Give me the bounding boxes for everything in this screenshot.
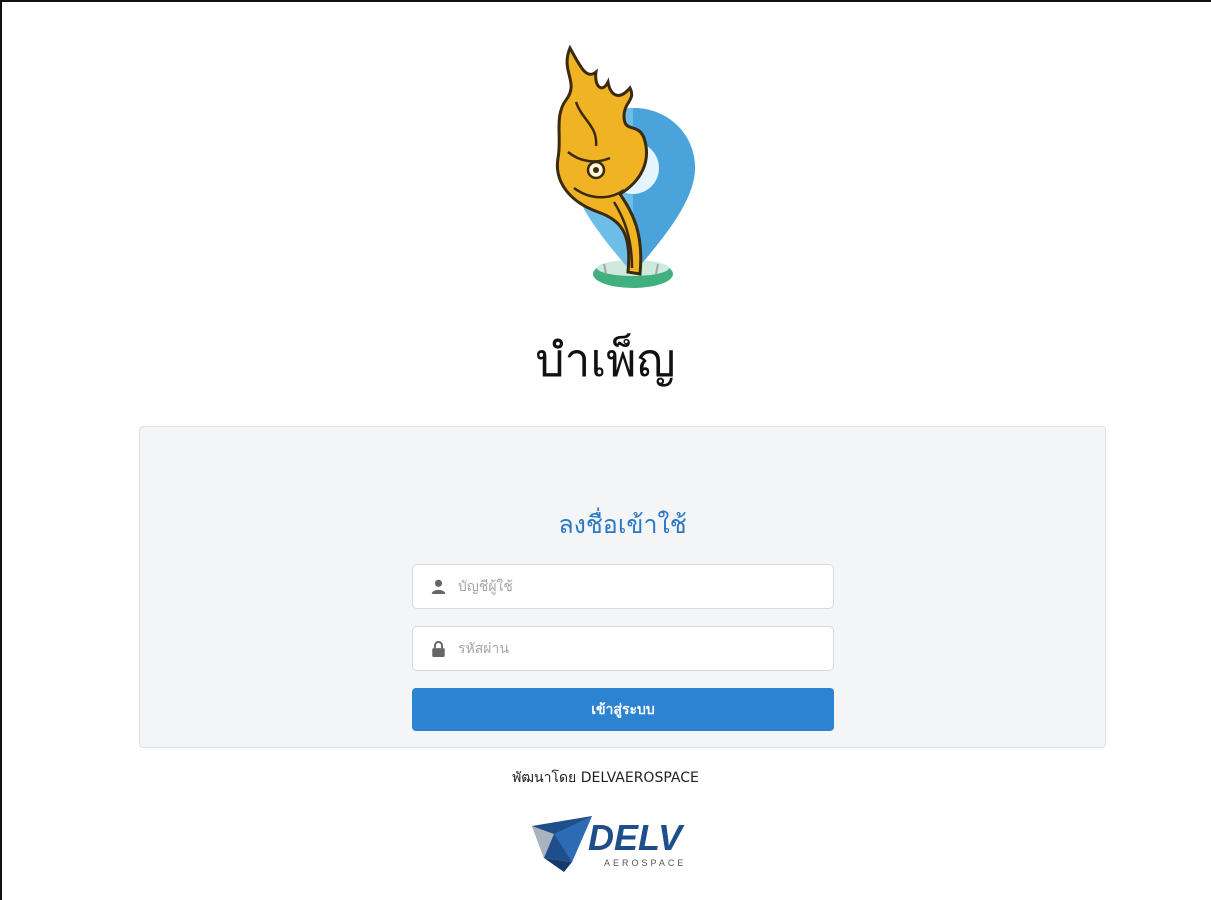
app-logo-icon <box>555 44 695 288</box>
app-title: บำเพ็ญ <box>535 333 676 387</box>
developer-credit: พัฒนาโดย DELVAEROSPACE <box>512 770 699 786</box>
login-card: ลงชื่อเข้าใช้ เข้าสู่ระบบ <box>139 426 1106 748</box>
lock-icon <box>430 640 446 658</box>
password-field[interactable] <box>412 626 834 671</box>
user-icon <box>430 578 446 596</box>
delv-tagline-text: AEROSPACE <box>604 858 686 868</box>
delv-aerospace-logo-icon: DELV AEROSPACE <box>532 816 686 872</box>
username-input[interactable] <box>458 571 818 602</box>
login-button[interactable]: เข้าสู่ระบบ <box>412 688 834 731</box>
delv-brand-text: DELV <box>588 817 685 858</box>
login-heading: ลงชื่อเข้าใช้ <box>558 510 687 539</box>
username-field[interactable] <box>412 564 834 609</box>
password-input[interactable] <box>458 633 818 664</box>
